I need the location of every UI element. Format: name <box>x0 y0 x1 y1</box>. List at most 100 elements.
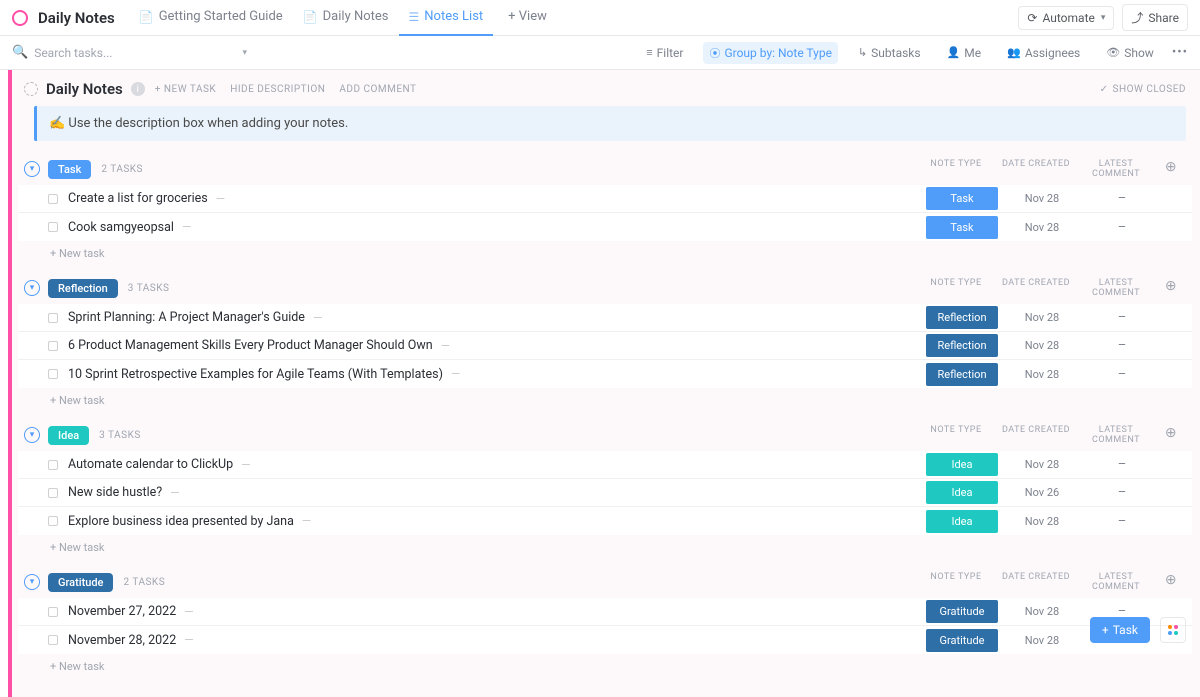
collapse-icon[interactable]: ▾ <box>24 161 40 177</box>
share-button[interactable]: ⤴ Share <box>1122 4 1188 31</box>
tab-notes-list[interactable]: ☰Notes List <box>399 0 494 36</box>
add-column-button[interactable]: ⊕ <box>1156 159 1186 179</box>
new-task-link[interactable]: + New task <box>18 241 1192 260</box>
edit-icon[interactable]: — <box>182 220 191 234</box>
add-column-button[interactable]: ⊕ <box>1156 572 1186 592</box>
task-title[interactable]: New side hustle? <box>68 485 162 500</box>
tab-daily-notes[interactable]: 📄Daily Notes <box>293 0 399 36</box>
filter-button[interactable]: ≡Filter <box>640 43 689 63</box>
status-checkbox[interactable] <box>48 341 58 351</box>
note-type-cell[interactable]: Reflection <box>922 306 1002 329</box>
chevron-down-icon: ▾ <box>242 48 247 58</box>
group-idea: ▾Idea3 TASKSNOTE TYPEDATE CREATEDLATEST … <box>18 425 1192 554</box>
task-title[interactable]: Create a list for groceries <box>68 191 208 206</box>
task-title[interactable]: Sprint Planning: A Project Manager's Gui… <box>68 310 305 325</box>
task-row[interactable]: Create a list for groceries—TaskNov 28– <box>18 185 1192 213</box>
task-row[interactable]: Sprint Planning: A Project Manager's Gui… <box>18 304 1192 332</box>
status-checkbox[interactable] <box>48 607 58 617</box>
status-checkbox[interactable] <box>48 194 58 204</box>
subtasks-button[interactable]: ↳Subtasks <box>852 43 927 63</box>
date-created-cell: Nov 28 <box>1002 515 1082 528</box>
add-column-button[interactable]: ⊕ <box>1156 425 1186 445</box>
show-button[interactable]: 👁Show <box>1100 43 1160 63</box>
new-task-link[interactable]: + New task <box>18 388 1192 407</box>
collapse-icon[interactable]: ▾ <box>24 427 40 443</box>
me-button[interactable]: 👤Me <box>941 43 988 63</box>
group-badge[interactable]: Idea <box>48 426 89 445</box>
latest-comment-cell: – <box>1082 367 1162 382</box>
tab-getting-started-guide[interactable]: 📄Getting Started Guide <box>129 0 293 36</box>
show-closed-toggle[interactable]: SHOW CLOSED <box>1100 84 1186 95</box>
collapse-icon[interactable]: ▾ <box>24 280 40 296</box>
column-note-type: NOTE TYPE <box>916 278 996 298</box>
edit-icon[interactable]: — <box>313 311 322 325</box>
task-title[interactable]: November 27, 2022 <box>68 604 176 619</box>
task-row[interactable]: Cook samgyeopsal—TaskNov 28– <box>18 213 1192 241</box>
task-title[interactable]: 6 Product Management Skills Every Produc… <box>68 338 433 353</box>
edit-icon[interactable]: — <box>302 514 311 528</box>
new-task-link[interactable]: + NEW TASK <box>155 84 216 95</box>
group-badge[interactable]: Reflection <box>48 279 118 298</box>
group-gratitude: ▾Gratitude2 TASKSNOTE TYPEDATE CREATEDLA… <box>18 572 1192 673</box>
note-type-cell[interactable]: Idea <box>922 510 1002 533</box>
group-by-button[interactable]: ⦿Group by: Note Type <box>703 42 837 64</box>
group-badge[interactable]: Gratitude <box>48 573 113 592</box>
note-type-cell[interactable]: Reflection <box>922 334 1002 357</box>
task-title[interactable]: 10 Sprint Retrospective Examples for Agi… <box>68 367 443 382</box>
edit-icon[interactable]: — <box>216 192 225 206</box>
page-title: Daily Notes <box>38 9 115 27</box>
task-title[interactable]: Automate calendar to ClickUp <box>68 457 233 472</box>
column-date-created: DATE CREATED <box>996 159 1076 179</box>
group-badge[interactable]: Task <box>48 160 91 179</box>
group-icon: ⦿ <box>709 45 720 61</box>
assignees-button[interactable]: 👥Assignees <box>1001 43 1086 63</box>
add-comment-link[interactable]: ADD COMMENT <box>339 84 416 95</box>
task-row[interactable]: November 28, 2022—GratitudeNov 28– <box>18 626 1192 654</box>
edit-icon[interactable]: — <box>184 633 193 647</box>
info-icon[interactable]: i <box>131 82 145 96</box>
status-checkbox[interactable] <box>48 313 58 323</box>
group-header: ▾Idea3 TASKSNOTE TYPEDATE CREATEDLATEST … <box>18 425 1192 445</box>
task-title[interactable]: November 28, 2022 <box>68 633 176 648</box>
note-type-cell[interactable]: Gratitude <box>922 629 1002 652</box>
note-type-cell[interactable]: Task <box>922 216 1002 239</box>
task-row[interactable]: New side hustle?—IdeaNov 26– <box>18 479 1192 507</box>
more-menu[interactable]: ••• <box>1172 45 1188 60</box>
new-task-fab[interactable]: + Task <box>1090 617 1150 643</box>
status-checkbox[interactable] <box>48 222 58 232</box>
note-type-cell[interactable]: Idea <box>922 481 1002 504</box>
tab--view[interactable]: + View <box>493 0 557 36</box>
status-checkbox[interactable] <box>48 516 58 526</box>
note-type-cell[interactable]: Reflection <box>922 363 1002 386</box>
task-row[interactable]: 10 Sprint Retrospective Examples for Agi… <box>18 360 1192 388</box>
task-row[interactable]: Explore business idea presented by Jana —… <box>18 507 1192 535</box>
status-checkbox[interactable] <box>48 369 58 379</box>
task-table: Create a list for groceries—TaskNov 28–C… <box>18 185 1192 241</box>
note-type-cell[interactable]: Task <box>922 187 1002 210</box>
new-task-link[interactable]: + New task <box>18 535 1192 554</box>
edit-icon[interactable]: — <box>170 486 179 500</box>
edit-icon[interactable]: — <box>184 605 193 619</box>
task-row[interactable]: November 27, 2022—GratitudeNov 28– <box>18 598 1192 626</box>
add-column-button[interactable]: ⊕ <box>1156 278 1186 298</box>
status-checkbox[interactable] <box>48 460 58 470</box>
status-circle-icon[interactable] <box>24 82 38 96</box>
collapse-icon[interactable]: ▾ <box>24 574 40 590</box>
latest-comment-cell: – <box>1082 310 1162 325</box>
status-checkbox[interactable] <box>48 488 58 498</box>
hide-description-link[interactable]: HIDE DESCRIPTION <box>230 84 325 95</box>
edit-icon[interactable]: — <box>451 367 460 381</box>
task-title[interactable]: Cook samgyeopsal <box>68 220 174 235</box>
edit-icon[interactable]: — <box>441 339 450 353</box>
task-title[interactable]: Explore business idea presented by Jana <box>68 514 294 529</box>
note-type-cell[interactable]: Gratitude <box>922 600 1002 623</box>
document-title[interactable]: Daily Notes <box>46 80 123 98</box>
status-checkbox[interactable] <box>48 635 58 645</box>
task-row[interactable]: Automate calendar to ClickUp—IdeaNov 28– <box>18 451 1192 479</box>
edit-icon[interactable]: — <box>241 458 250 472</box>
search-input[interactable]: 🔍 Search tasks... ▾ <box>12 45 247 60</box>
note-type-cell[interactable]: Idea <box>922 453 1002 476</box>
task-row[interactable]: 6 Product Management Skills Every Produc… <box>18 332 1192 360</box>
automate-button[interactable]: ⟳ Automate ▾ <box>1018 6 1114 30</box>
apps-launcher[interactable] <box>1160 617 1186 643</box>
